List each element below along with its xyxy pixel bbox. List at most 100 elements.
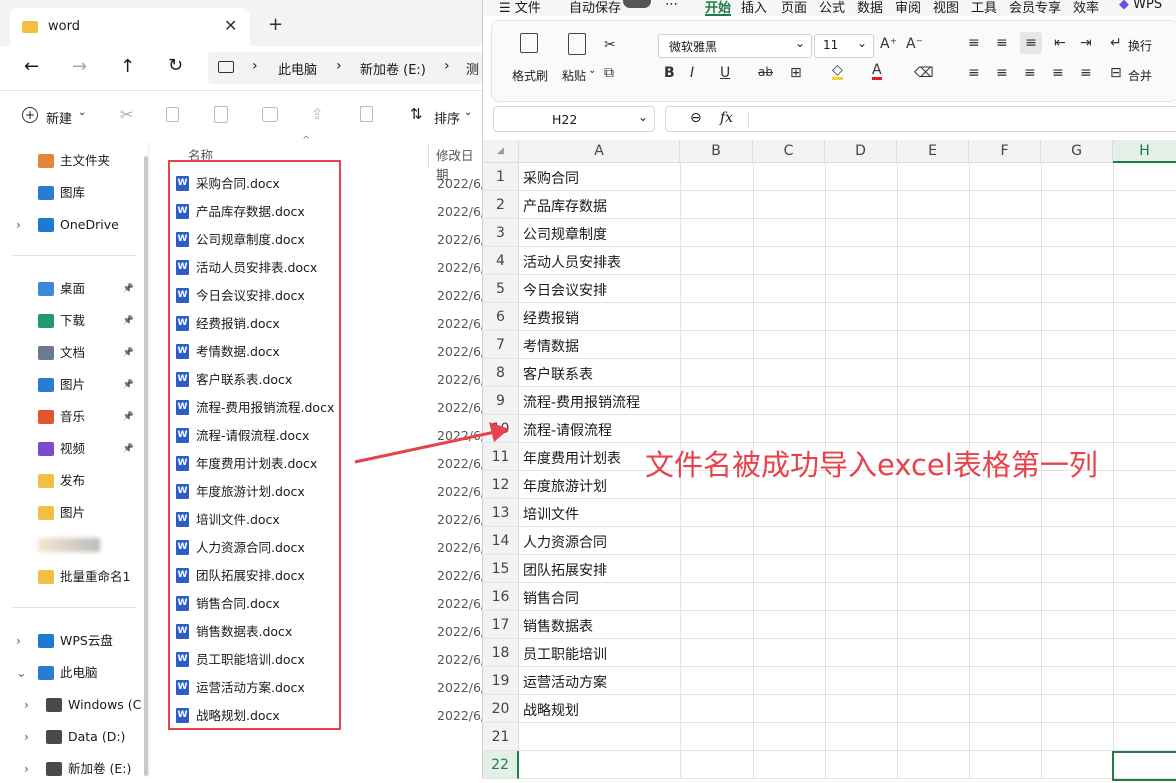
pin-icon[interactable]: 📌 xyxy=(123,435,134,463)
refresh-icon[interactable]: ↻ xyxy=(168,55,183,76)
row-header[interactable]: 17 xyxy=(483,611,519,639)
sidebar-item[interactable]: 文档 📌 xyxy=(0,339,148,367)
align-middle-icon[interactable]: ≡ xyxy=(996,35,1008,51)
cell-a[interactable]: 销售数据表 xyxy=(523,611,593,639)
row-header[interactable]: 22 xyxy=(483,751,519,779)
indent-increase-icon[interactable]: ⇥ xyxy=(1080,35,1092,51)
forward-icon[interactable]: → xyxy=(72,56,87,77)
bold-icon[interactable]: B xyxy=(664,65,675,81)
cell-a[interactable]: 公司规章制度 xyxy=(523,219,607,247)
delete-icon[interactable] xyxy=(360,106,373,122)
menu-member[interactable]: 会员专享 xyxy=(1009,0,1061,16)
nav-scrollbar[interactable] xyxy=(144,156,148,776)
pin-icon[interactable]: 📌 xyxy=(123,403,134,431)
sidebar-item[interactable]: › 新加卷 (E:) xyxy=(0,755,148,783)
chevron-right-icon[interactable]: › xyxy=(24,755,29,783)
decrease-font-icon[interactable]: A⁻ xyxy=(906,36,923,52)
font-name-select[interactable]: 微软雅黑 ⌄ xyxy=(658,34,812,58)
cell-a[interactable]: 战略规划 xyxy=(523,695,579,723)
row-header[interactable]: 1 xyxy=(483,163,519,191)
font-size-select[interactable]: 11 ⌄ xyxy=(814,34,874,58)
selected-cell-h22[interactable] xyxy=(1112,751,1176,781)
menu-tools[interactable]: 工具 xyxy=(971,0,997,16)
up-icon[interactable]: ↑ xyxy=(120,56,135,77)
row-header[interactable]: 5 xyxy=(483,275,519,303)
menu-data[interactable]: 数据 xyxy=(857,0,883,16)
cell-a[interactable]: 销售合同 xyxy=(523,583,579,611)
cell-a[interactable]: 运营活动方案 xyxy=(523,667,607,695)
merge-button[interactable]: 合并 xyxy=(1128,67,1152,84)
menu-formula[interactable]: 公式 xyxy=(819,0,845,16)
pin-icon[interactable]: 📌 xyxy=(123,307,134,335)
row-header[interactable]: 16 xyxy=(483,583,519,611)
paste-icon[interactable] xyxy=(214,106,228,123)
align-center-icon[interactable]: ≡ xyxy=(996,65,1008,81)
paste-button[interactable]: 粘贴 xyxy=(562,67,586,84)
sidebar-item[interactable]: 图片 📌 xyxy=(0,371,148,399)
copy-icon[interactable]: ⧉ xyxy=(604,65,614,81)
indent-decrease-icon[interactable]: ⇤ xyxy=(1054,35,1066,51)
italic-icon[interactable]: I xyxy=(690,65,694,81)
row-header[interactable]: 2 xyxy=(483,191,519,219)
sidebar-item[interactable]: 批量重命名1 xyxy=(0,563,148,591)
row-header[interactable]: 7 xyxy=(483,331,519,359)
align-right-icon[interactable]: ≡ xyxy=(1024,65,1036,81)
sidebar-item[interactable] xyxy=(0,531,148,559)
row-header[interactable]: 14 xyxy=(483,527,519,555)
justify-icon[interactable]: ≡ xyxy=(1052,65,1064,81)
close-icon[interactable]: ✕ xyxy=(224,16,237,35)
chevron-right-icon[interactable]: › xyxy=(24,723,29,751)
column-divider[interactable] xyxy=(428,143,429,167)
column-header[interactable]: C xyxy=(753,140,825,163)
column-header[interactable]: D xyxy=(825,140,897,163)
cell-a[interactable]: 经费报销 xyxy=(523,303,579,331)
pin-icon[interactable]: 📌 xyxy=(123,275,134,303)
underline-icon[interactable]: U xyxy=(720,65,730,81)
row-header[interactable]: 15 xyxy=(483,555,519,583)
cell-a[interactable]: 团队拓展安排 xyxy=(523,555,607,583)
cell-a[interactable]: 年度费用计划表 xyxy=(523,443,621,471)
menu-page[interactable]: 页面 xyxy=(781,0,807,16)
align-bottom-icon[interactable]: ≡ xyxy=(1020,32,1042,54)
new-button[interactable]: 新建 xyxy=(46,108,72,127)
breadcrumb-item[interactable]: 此电脑 xyxy=(278,59,317,78)
cell-a[interactable]: 今日会议安排 xyxy=(523,275,607,303)
cut-icon[interactable]: ✂ xyxy=(604,37,616,53)
align-top-icon[interactable]: ≡ xyxy=(968,35,980,51)
sidebar-item[interactable]: 桌面 📌 xyxy=(0,275,148,303)
sidebar-item[interactable]: 视频 📌 xyxy=(0,435,148,463)
increase-font-icon[interactable]: A⁺ xyxy=(880,36,897,52)
sort-button[interactable]: 排序 xyxy=(434,108,460,127)
menu-view[interactable]: 视图 xyxy=(933,0,959,16)
cut-icon[interactable]: ✂ xyxy=(120,105,133,124)
select-all-corner[interactable]: ◢ xyxy=(483,140,519,163)
row-header[interactable]: 8 xyxy=(483,359,519,387)
row-header[interactable]: 20 xyxy=(483,695,519,723)
share-icon[interactable]: ⇪ xyxy=(311,105,324,123)
chevron-right-icon[interactable]: › xyxy=(16,211,21,239)
breadcrumb-item[interactable]: 测 xyxy=(466,59,479,78)
menu-file[interactable]: ☰ 文件 xyxy=(499,0,541,16)
menu-efficiency[interactable]: 效率 xyxy=(1073,0,1099,16)
sidebar-item[interactable]: › WPS云盘 xyxy=(0,627,148,655)
sidebar-item[interactable]: 图片 xyxy=(0,499,148,527)
sidebar-item[interactable]: 主文件夹 xyxy=(0,147,148,175)
sidebar-item[interactable]: 图库 xyxy=(0,179,148,207)
sidebar-item[interactable]: 下载 📌 xyxy=(0,307,148,335)
rename-icon[interactable] xyxy=(262,107,278,122)
pin-icon[interactable]: 📌 xyxy=(123,339,134,367)
explorer-tab[interactable]: word ✕ xyxy=(10,8,250,46)
cell-a[interactable]: 流程-请假流程 xyxy=(523,415,612,443)
row-header[interactable]: 12 xyxy=(483,471,519,499)
strikethrough-icon[interactable]: ab xyxy=(758,65,773,79)
row-header[interactable]: 4 xyxy=(483,247,519,275)
column-header[interactable]: B xyxy=(680,140,753,163)
font-color-icon[interactable]: A xyxy=(872,63,882,80)
cell-a[interactable]: 活动人员安排表 xyxy=(523,247,621,275)
copy-icon[interactable] xyxy=(166,107,179,122)
fx-icon[interactable]: fx xyxy=(720,110,733,126)
sidebar-item[interactable]: ⌄ 此电脑 xyxy=(0,659,148,687)
row-header[interactable]: 18 xyxy=(483,639,519,667)
row-header[interactable]: 9 xyxy=(483,387,519,415)
breadcrumb-item[interactable]: 新加卷 (E:) xyxy=(360,59,426,78)
